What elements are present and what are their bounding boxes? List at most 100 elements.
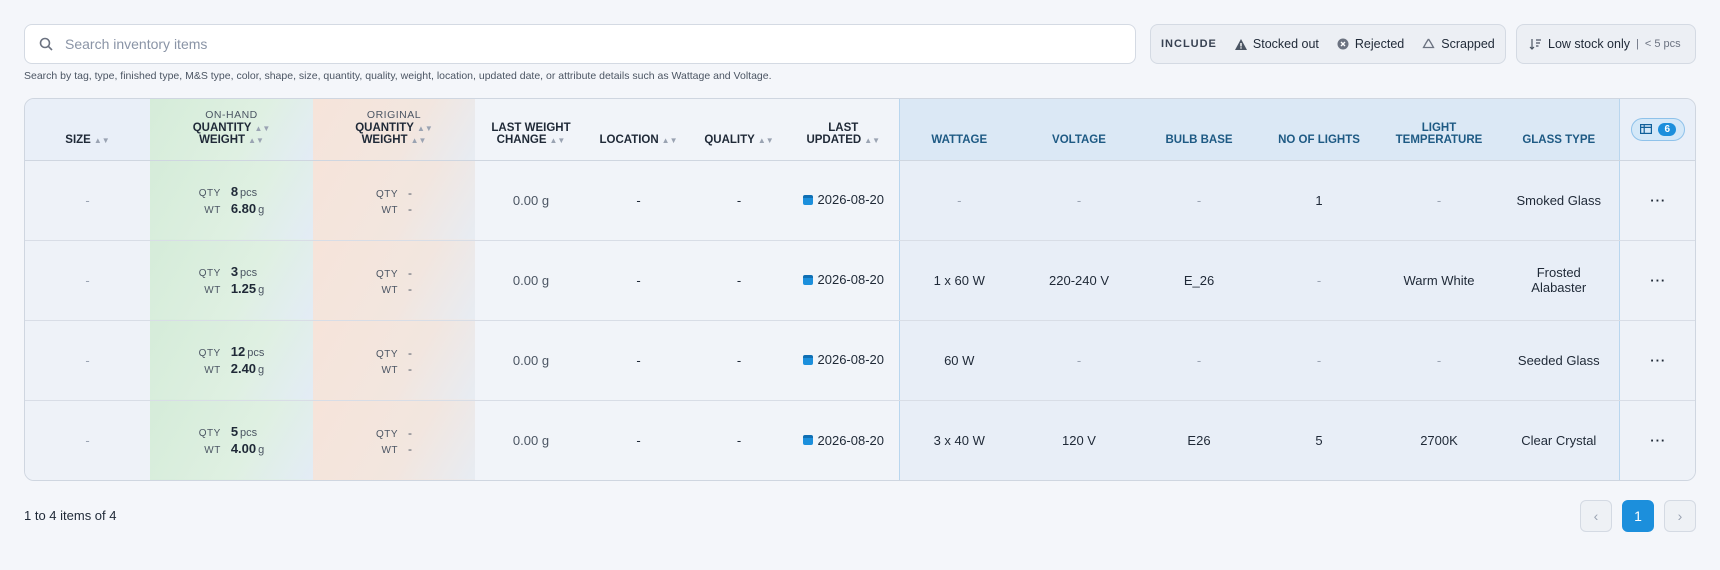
wt-label: WT <box>381 204 399 216</box>
low-stock-toggle[interactable]: Low stock only | < 5 pcs <box>1516 24 1696 64</box>
col-original-weight[interactable]: WEIGHT ▲▼ <box>362 134 427 146</box>
no-of-lights-value: - <box>1316 272 1322 288</box>
cell-actions: ··· <box>1619 160 1695 241</box>
voltage-value: - <box>1076 352 1082 368</box>
cell-size: - <box>25 160 150 241</box>
col-glass-type[interactable]: GLASS TYPE <box>1499 99 1620 161</box>
page-1-button[interactable]: 1 <box>1622 500 1654 532</box>
col-lt-line2: TEMPERATURE <box>1395 133 1483 146</box>
cell-voltage: 120 V <box>1019 400 1139 480</box>
cell-original: QTY - WT - <box>313 400 475 480</box>
wattage-value: 1 x 60 W <box>933 272 985 288</box>
cell-location: - <box>587 160 690 241</box>
more-actions-icon[interactable]: ··· <box>1650 273 1666 288</box>
column-chooser-button[interactable]: 6 <box>1631 117 1686 141</box>
column-count-badge: 6 <box>1658 122 1677 136</box>
qty-label: QTY <box>375 268 399 280</box>
last-weight-change-value: 0.00 g <box>512 272 550 288</box>
scrapped-toggle[interactable]: Scrapped <box>1422 37 1495 51</box>
next-page-button[interactable]: › <box>1664 500 1696 532</box>
search-icon <box>39 37 53 51</box>
prev-page-button[interactable]: ‹ <box>1580 500 1612 532</box>
original-qty-value: - <box>408 345 413 360</box>
cell-last-updated: 2026-08-20 <box>788 240 899 321</box>
rejected-toggle[interactable]: Rejected <box>1337 37 1404 51</box>
cell-size: - <box>25 320 150 401</box>
sort-icon: ▲▼ <box>661 135 678 145</box>
cell-location: - <box>587 320 690 401</box>
col-lt-line1: LIGHT <box>1421 121 1457 134</box>
original-qty-value: - <box>408 425 413 440</box>
more-actions-icon[interactable]: ··· <box>1650 433 1666 448</box>
col-actions: 6 <box>1619 99 1695 161</box>
size-value: - <box>85 352 90 368</box>
col-lu-line2: UPDATED <box>806 133 862 146</box>
table-row[interactable]: - QTY 3 pcs WT 1.25 g QTY - WT - 0.00 g - … <box>25 240 1695 321</box>
size-value: - <box>85 272 90 288</box>
cell-onhand: QTY 12 pcs WT 2.40 g <box>150 320 313 401</box>
light-temperature-value: - <box>1436 352 1442 368</box>
col-light-temperature[interactable]: LIGHT TEMPERATURE <box>1379 99 1499 161</box>
col-bulb-base-label: BULB BASE <box>1165 133 1233 146</box>
g-unit: g <box>258 444 265 457</box>
warning-icon <box>1234 38 1247 50</box>
col-location-label: LOCATION <box>599 133 659 146</box>
cell-last-updated: 2026-08-20 <box>788 400 899 480</box>
pagination-summary: 1 to 4 items of 4 <box>24 508 117 523</box>
g-unit: g <box>258 204 265 216</box>
wattage-value: 60 W <box>944 352 975 368</box>
no-of-lights-value: - <box>1316 352 1322 368</box>
voltage-value: 120 V <box>1062 432 1096 448</box>
wt-label: WT <box>204 205 221 216</box>
columns-icon <box>1640 124 1653 135</box>
pcs-unit: pcs <box>247 347 265 359</box>
light-temperature-value: Warm White <box>1403 272 1475 288</box>
col-glass-type-label: GLASS TYPE <box>1522 133 1596 146</box>
col-voltage[interactable]: VOLTAGE <box>1019 99 1139 161</box>
table-row[interactable]: - QTY 12 pcs WT 2.40 g QTY - WT - 0.00 g -… <box>25 320 1695 401</box>
cell-quality: - <box>690 320 788 401</box>
sort-icon: ▲▼ <box>864 135 881 145</box>
original-qty-value: - <box>408 185 413 200</box>
col-wattage[interactable]: WATTAGE <box>898 99 1019 161</box>
col-last-updated[interactable]: LAST UPDATED ▲▼ <box>788 99 899 161</box>
col-bulb-base[interactable]: BULB BASE <box>1139 99 1259 161</box>
col-onhand-quantity[interactable]: QUANTITY ▲▼ <box>193 122 271 134</box>
onhand-qty-value: 3 <box>230 264 239 279</box>
cell-quality: - <box>690 160 788 241</box>
table-row[interactable]: - QTY 8 pcs WT 6.80 g QTY - WT - 0.00 g - … <box>25 160 1695 241</box>
location-value: - <box>636 432 641 448</box>
cell-location: - <box>587 400 690 480</box>
calendar-icon <box>802 354 813 365</box>
col-quality[interactable]: QUALITY ▲▼ <box>690 99 788 161</box>
last-weight-change-value: 0.00 g <box>512 352 550 368</box>
table-row[interactable]: - QTY 5 pcs WT 4.00 g QTY - WT - 0.00 g - … <box>25 400 1695 480</box>
cancel-circle-icon <box>1337 38 1349 50</box>
location-value: - <box>636 272 641 288</box>
qty-label: QTY <box>375 188 399 200</box>
col-original-quantity[interactable]: QUANTITY ▲▼ <box>355 122 433 134</box>
col-size[interactable]: SIZE ▲▼ <box>25 99 150 161</box>
onhand-wt-value: 1.25 <box>230 281 257 296</box>
original-wt-value: - <box>408 281 413 296</box>
bulb-base-value: - <box>1196 352 1202 368</box>
stocked-out-toggle[interactable]: Stocked out <box>1234 37 1319 51</box>
col-last-weight-change[interactable]: LAST WEIGHT CHANGE ▲▼ <box>475 99 587 161</box>
light-temperature-value: - <box>1436 192 1442 208</box>
cell-light-temperature: - <box>1379 320 1499 401</box>
calendar-icon <box>802 194 813 205</box>
search-input[interactable] <box>65 36 1065 52</box>
voltage-value: 220-240 V <box>1049 272 1109 288</box>
wt-label: WT <box>381 284 399 296</box>
more-actions-icon[interactable]: ··· <box>1650 353 1666 368</box>
stocked-out-label: Stocked out <box>1252 37 1319 51</box>
col-location[interactable]: LOCATION ▲▼ <box>587 99 690 161</box>
col-onhand-weight[interactable]: WEIGHT ▲▼ <box>199 134 264 146</box>
more-actions-icon[interactable]: ··· <box>1650 193 1666 208</box>
col-no-of-lights[interactable]: NO OF LIGHTS <box>1259 99 1379 161</box>
cell-size: - <box>25 400 150 480</box>
cell-bulb-base: - <box>1139 160 1259 241</box>
low-stock-label: Low stock only <box>1548 37 1630 51</box>
search-box[interactable] <box>24 24 1136 64</box>
wattage-value: - <box>957 192 962 208</box>
